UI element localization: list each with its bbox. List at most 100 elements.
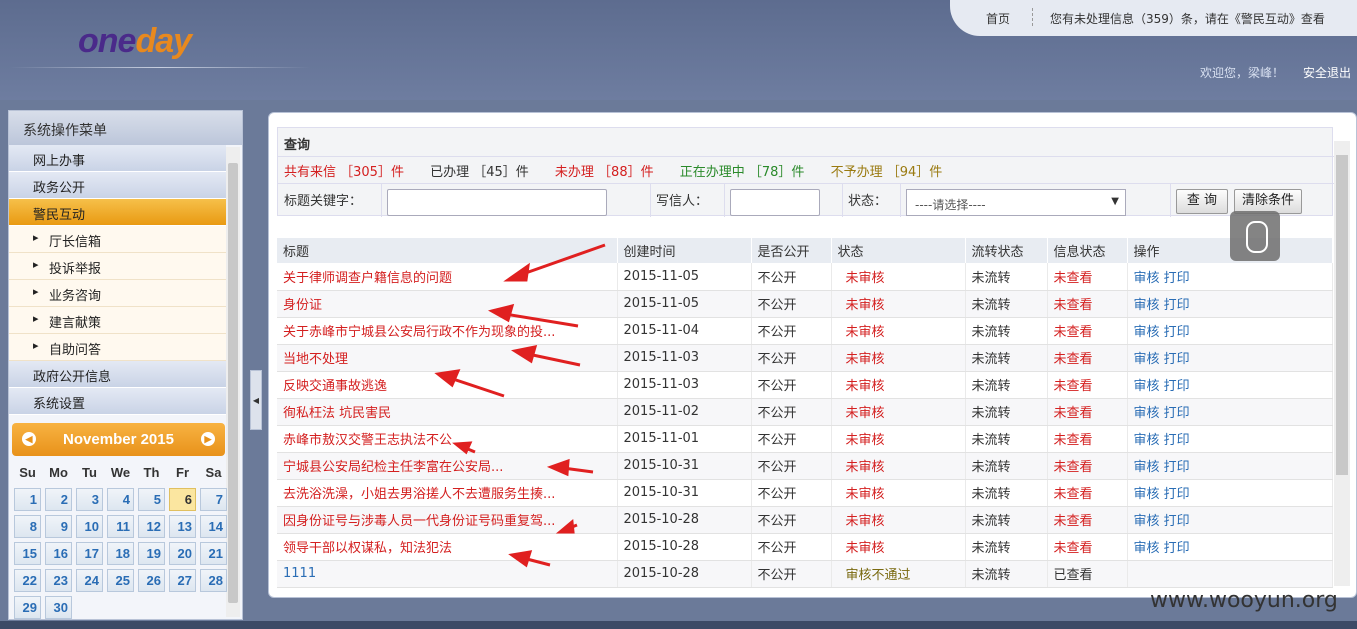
sidebar-item-system-settings[interactable]: 系统设置: [9, 388, 226, 415]
table-row: 关于律师调查户籍信息的问题 2015-11-05 不公开 未审核 未流转 未查看 审核 打印: [277, 263, 1333, 291]
row-title-link[interactable]: 赤峰市敖汉交警王志执法不公: [277, 425, 618, 453]
calendar-day[interactable]: 26: [138, 569, 165, 592]
search-button[interactable]: 查 询: [1176, 189, 1228, 214]
row-action-links[interactable]: 审核 打印: [1127, 425, 1333, 453]
sidebar-subitem-director-mailbox[interactable]: 厅长信箱: [9, 226, 226, 253]
row-title-link[interactable]: 关于赤峰市宁城县公安局行政不作为现象的投...: [277, 317, 618, 345]
calendar-day[interactable]: 30: [45, 596, 72, 619]
calendar-day[interactable]: 21: [200, 542, 227, 565]
calendar-day[interactable]: 8: [14, 515, 41, 538]
row-date: 2015-11-01: [617, 425, 752, 453]
calendar-day[interactable]: 20: [169, 542, 196, 565]
calendar-day[interactable]: 16: [45, 542, 72, 565]
row-action-links[interactable]: 审核 打印: [1127, 533, 1333, 561]
row-title-link[interactable]: 反映交通事故逃逸: [277, 371, 618, 399]
row-status: 未审核: [831, 398, 966, 426]
calendar-day[interactable]: 13: [169, 515, 196, 538]
calendar-day[interactable]: 2: [45, 488, 72, 511]
row-action-links[interactable]: [1127, 560, 1333, 588]
sidebar-subitem-suggestion[interactable]: 建言献策: [9, 307, 226, 334]
scrollbar-thumb[interactable]: [228, 163, 238, 603]
main-scrollbar[interactable]: [1334, 141, 1350, 586]
calendar-day[interactable]: 14: [200, 515, 227, 538]
calendar-day[interactable]: 4: [107, 488, 134, 511]
sidebar-subitem-complaint[interactable]: 投诉举报: [9, 253, 226, 280]
calendar-day[interactable]: 11: [107, 515, 134, 538]
row-flow: 未流转: [965, 560, 1048, 588]
row-status: 未审核: [831, 452, 966, 480]
sidebar-subitem-self-qa[interactable]: 自助问答: [9, 334, 226, 361]
logout-link[interactable]: 安全退出: [1303, 64, 1351, 81]
row-title-link[interactable]: 宁城县公安局纪检主任李富在公安局...: [277, 452, 618, 480]
home-link[interactable]: 首页: [986, 10, 1010, 27]
status-select[interactable]: ----请选择---- ▼: [906, 189, 1126, 216]
row-title-link[interactable]: 1111: [277, 560, 618, 588]
sidebar-item-gov-info[interactable]: 政府公开信息: [9, 361, 226, 388]
row-title-link[interactable]: 领导干部以权谋私，知法犯法: [277, 533, 618, 561]
sidebar-item-online-service[interactable]: 网上办事: [9, 145, 226, 172]
col-flow: 流转状态: [965, 238, 1048, 263]
calendar-day[interactable]: 23: [45, 569, 72, 592]
divider: [381, 184, 382, 217]
calendar-day[interactable]: 9: [45, 515, 72, 538]
calendar-day[interactable]: 29: [14, 596, 41, 619]
next-month-icon[interactable]: ▶: [201, 432, 215, 446]
writer-input[interactable]: [730, 189, 820, 216]
sidebar-toggle-icon[interactable]: ◀: [250, 370, 262, 430]
row-action-links[interactable]: 审核 打印: [1127, 479, 1333, 507]
row-flow: 未流转: [965, 425, 1048, 453]
table-row: 宁城县公安局纪检主任李富在公安局... 2015-10-31 不公开 未审核 未流转 未查…: [277, 452, 1333, 480]
prev-month-icon[interactable]: ◀: [22, 432, 36, 446]
row-action-links[interactable]: 审核 打印: [1127, 344, 1333, 372]
row-status: 未审核: [831, 479, 966, 507]
row-action-links[interactable]: 审核 打印: [1127, 290, 1333, 318]
sidebar-scrollbar[interactable]: [226, 147, 240, 617]
row-title-link[interactable]: 因身份证号与涉毒人员一代身份证号码重复驾...: [277, 506, 618, 534]
row-public: 不公开: [751, 290, 832, 318]
calendar-day[interactable]: 15: [14, 542, 41, 565]
row-title-link[interactable]: 身份证: [277, 290, 618, 318]
calendar-day[interactable]: 19: [138, 542, 165, 565]
calendar-day[interactable]: 3: [76, 488, 103, 511]
row-action-links[interactable]: 审核 打印: [1127, 317, 1333, 345]
row-action-links[interactable]: 审核 打印: [1127, 371, 1333, 399]
row-action-links[interactable]: 审核 打印: [1127, 263, 1333, 291]
stats-line: 共有来信 ［305］件 已办理 ［45］件 未办理 ［88］件 正在办理中 ［7…: [284, 161, 964, 180]
row-flow: 未流转: [965, 398, 1048, 426]
row-title-link[interactable]: 去洗浴洗澡，小姐去男浴搓人不去遭服务生揍...: [277, 479, 618, 507]
table-row: 领导干部以权谋私，知法犯法 2015-10-28 不公开 未审核 未流转 未查看 审核 打印: [277, 533, 1333, 561]
writer-label: 写信人：: [656, 194, 709, 209]
row-flow: 未流转: [965, 506, 1048, 534]
calendar-day[interactable]: 1: [14, 488, 41, 511]
calendar-day[interactable]: 18: [107, 542, 134, 565]
sidebar-item-police-interaction[interactable]: 警民互动: [9, 199, 226, 226]
calendar-day[interactable]: 12: [138, 515, 165, 538]
row-action-links[interactable]: 审核 打印: [1127, 398, 1333, 426]
calendar-day[interactable]: 5: [138, 488, 165, 511]
row-action-links[interactable]: 审核 打印: [1127, 506, 1333, 534]
query-title: 查询: [284, 137, 311, 152]
calendar-day[interactable]: 24: [76, 569, 103, 592]
row-info: 未查看: [1047, 398, 1128, 426]
calendar-day[interactable]: 6: [169, 488, 196, 511]
calendar-day[interactable]: 7: [200, 488, 227, 511]
calendar-day[interactable]: 27: [169, 569, 196, 592]
calendar-day[interactable]: 28: [200, 569, 227, 592]
calendar-day[interactable]: 17: [76, 542, 103, 565]
footer-bar: [0, 621, 1357, 629]
row-title-link[interactable]: 关于律师调查户籍信息的问题: [277, 263, 618, 291]
row-title-link[interactable]: 徇私枉法 坑民害民: [277, 398, 618, 426]
calendar-day[interactable]: 10: [76, 515, 103, 538]
row-date: 2015-11-05: [617, 290, 752, 318]
row-action-links[interactable]: 审核 打印: [1127, 452, 1333, 480]
keyword-input[interactable]: [387, 189, 607, 216]
table-header-row: 标题 创建时间 是否公开 状态 流转状态 信息状态 操作: [277, 238, 1333, 263]
calendar-day[interactable]: 25: [107, 569, 134, 592]
row-info: 已查看: [1047, 560, 1128, 588]
row-title-link[interactable]: 当地不处理: [277, 344, 618, 372]
sidebar-item-gov-affairs[interactable]: 政务公开: [9, 172, 226, 199]
calendar-day[interactable]: 22: [14, 569, 41, 592]
scrollbar-thumb[interactable]: [1336, 155, 1348, 475]
notice-text[interactable]: 您有未处理信息（359）条，请在《警民互动》查看: [1050, 10, 1325, 27]
sidebar-subitem-consult[interactable]: 业务咨询: [9, 280, 226, 307]
